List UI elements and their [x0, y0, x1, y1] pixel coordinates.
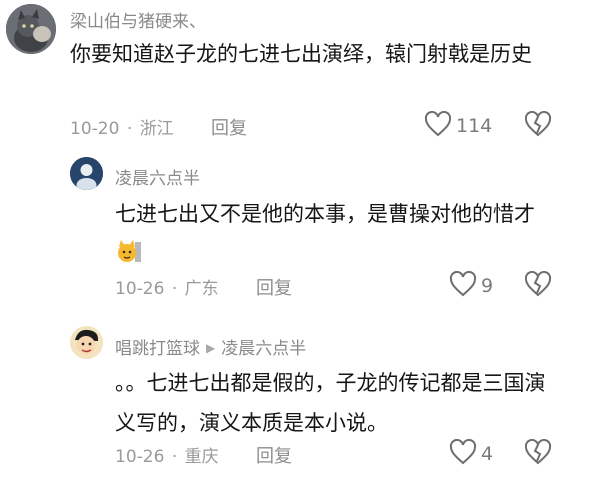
comment-date: 10-26 — [115, 447, 165, 467]
comment-text: 。。七进七出都是假的，子龙的传记都是三国演义写的，演义本质是本小说。 — [115, 371, 546, 435]
comment-meta: 10-26 · 重庆 — [115, 442, 219, 467]
reply-button[interactable]: 回复 — [256, 274, 292, 300]
comment-meta: 10-20 · 浙江 — [70, 114, 174, 139]
reply-to-username[interactable]: 凌晨六点半 — [221, 339, 306, 359]
meta-separator: · — [171, 447, 178, 467]
avatar[interactable] — [6, 4, 56, 54]
comment-location: 浙江 — [139, 119, 174, 139]
heart-icon — [424, 110, 452, 141]
like-count: 9 — [481, 275, 494, 297]
broken-heart-icon — [524, 270, 552, 301]
heart-icon — [449, 438, 477, 469]
like-count: 114 — [456, 115, 493, 137]
like-count: 4 — [481, 443, 494, 465]
heart-icon — [449, 270, 477, 301]
comment-date: 10-26 — [115, 279, 165, 299]
comment-date: 10-20 — [70, 119, 120, 139]
reply-arrow-icon: ▶ — [206, 341, 216, 355]
comment-meta: 10-26 · 广东 — [115, 274, 219, 299]
meta-separator: · — [171, 279, 178, 299]
dislike-button[interactable] — [524, 110, 552, 141]
emoji-icon — [115, 238, 143, 266]
comment-text: 七进七出又不是他的本事，是曹操对他的惜才 — [115, 194, 560, 274]
comment-text: 你要知道赵子龙的七进七出演绎，辕门射戟是历史 — [70, 42, 532, 66]
comment-location: 重庆 — [184, 447, 219, 467]
broken-heart-icon — [524, 110, 552, 141]
reply-button[interactable]: 回复 — [256, 442, 292, 468]
comment-location: 广东 — [184, 279, 219, 299]
like-button[interactable]: 9 — [449, 270, 494, 301]
avatar[interactable] — [70, 326, 103, 359]
like-button[interactable]: 114 — [424, 110, 493, 141]
reply-button[interactable]: 回复 — [211, 114, 247, 140]
meta-separator: · — [126, 119, 133, 139]
avatar[interactable] — [70, 157, 103, 190]
dislike-button[interactable] — [524, 438, 552, 469]
reply-header: 唱跳打篮球 ▶ 凌晨六点半 — [115, 334, 306, 359]
username[interactable]: 凌晨六点半 — [115, 164, 200, 189]
broken-heart-icon — [524, 438, 552, 469]
like-button[interactable]: 4 — [449, 438, 494, 469]
dislike-button[interactable] — [524, 270, 552, 301]
username[interactable]: 梁山伯与猪硬来、 — [70, 7, 206, 32]
username[interactable]: 唱跳打篮球 — [115, 339, 200, 359]
